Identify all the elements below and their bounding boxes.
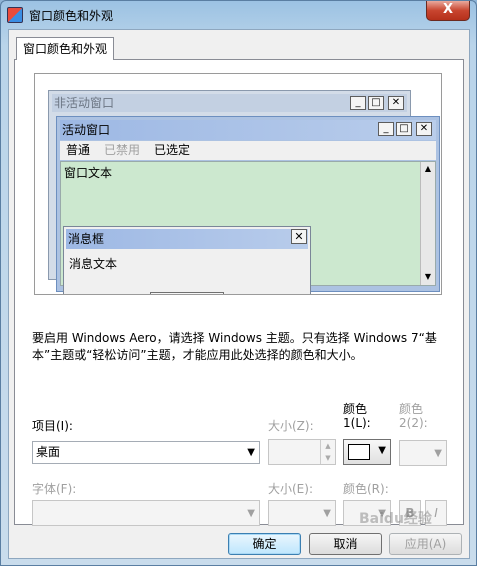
chevron-down-icon: ▼ — [434, 448, 442, 459]
chevron-down-icon: ▼ — [323, 508, 331, 519]
item-select[interactable]: 桌面 ▼ — [32, 441, 260, 464]
color2-label-line1: 颜色 — [399, 402, 424, 416]
inactive-window-title-text: 非活动窗口 — [54, 96, 115, 110]
menu-item-disabled[interactable]: 已禁用 — [104, 141, 140, 160]
dialog-client: 窗口颜色和外观 非活动窗口 _ □ ✕ 活动窗口 _ □ ✕ 普通 已禁用 已选… — [8, 29, 470, 559]
message-box-ok-button[interactable]: 确定 — [150, 292, 224, 294]
minimize-icon: _ — [350, 96, 366, 110]
window-title: 窗口颜色和外观 — [29, 9, 114, 23]
color2-button[interactable]: ▼ — [399, 440, 447, 466]
item-label: 项目(I): — [32, 419, 73, 433]
inactive-window-title[interactable]: 非活动窗口 _ □ ✕ — [52, 94, 407, 112]
color1-swatch — [348, 444, 370, 460]
ok-button[interactable]: 确定 — [228, 533, 301, 555]
minimize-icon: _ — [378, 122, 394, 136]
font-color-label: 颜色(R): — [343, 482, 389, 496]
preview-menu-bar[interactable]: 普通 已禁用 已选定 — [60, 141, 436, 160]
chevron-down-icon: ▼ — [378, 445, 386, 456]
message-box-preview[interactable]: 消息框 ✕ 消息文本 确定 — [63, 226, 311, 294]
title-bar: 窗口颜色和外观 X — [1, 1, 476, 29]
apply-button[interactable]: 应用(A) — [389, 533, 462, 555]
maximize-icon: □ — [396, 122, 412, 136]
scroll-up-icon: ▲ — [424, 164, 432, 173]
size-label: 大小(Z): — [268, 419, 314, 433]
tab-window-color[interactable]: 窗口颜色和外观 — [16, 37, 114, 60]
chevron-down-icon: ▼ — [247, 508, 255, 519]
scroll-down-icon: ▼ — [424, 272, 432, 281]
spin-down-icon: ▼ — [320, 452, 335, 464]
color1-label-line2: 1(L): — [343, 416, 371, 430]
close-icon: ✕ — [291, 229, 307, 244]
message-box-title[interactable]: 消息框 — [66, 229, 308, 249]
active-window-title[interactable]: 活动窗口 _ □ ✕ — [60, 120, 436, 140]
message-box-title-text: 消息框 — [68, 232, 105, 246]
active-window-title-text: 活动窗口 — [62, 123, 111, 137]
window-text: 窗口文本 — [64, 166, 113, 180]
appearance-preview[interactable]: 非活动窗口 _ □ ✕ 活动窗口 _ □ ✕ 普通 已禁用 已选定 窗口文本 ▲… — [34, 73, 442, 295]
chevron-down-icon: ▼ — [247, 447, 255, 458]
cancel-button[interactable]: 取消 — [309, 533, 382, 555]
font-size-select[interactable]: ▼ — [268, 500, 336, 526]
close-icon: ✕ — [388, 96, 404, 110]
font-size-label: 大小(E): — [268, 482, 313, 496]
color1-button[interactable]: ▼ — [343, 439, 391, 465]
watermark: Baidu经验 — [359, 511, 432, 527]
scrollbar[interactable]: ▲ ▼ — [420, 162, 435, 285]
aero-description: 要启用 Windows Aero，请选择 Windows 主题。只有选择 Win… — [32, 331, 437, 362]
tab-panel: 非活动窗口 _ □ ✕ 活动窗口 _ □ ✕ 普通 已禁用 已选定 窗口文本 ▲… — [14, 59, 464, 526]
display-settings-icon — [7, 7, 23, 23]
color1-label-line1: 颜色 — [343, 402, 368, 416]
font-select[interactable]: ▼ — [32, 500, 260, 526]
message-text: 消息文本 — [69, 257, 118, 271]
font-label: 字体(F): — [32, 482, 77, 496]
menu-item-selected[interactable]: 已选定 — [154, 141, 190, 160]
close-button[interactable]: X — [426, 1, 470, 21]
maximize-icon: □ — [368, 96, 384, 110]
dialog-window: 窗口颜色和外观 X 窗口颜色和外观 非活动窗口 _ □ ✕ 活动窗口 _ □ ✕… — [0, 0, 477, 566]
size-spinner[interactable]: ▲ ▼ — [268, 439, 336, 465]
color2-label-line2: 2(2): — [399, 416, 428, 430]
menu-item-normal[interactable]: 普通 — [66, 141, 90, 160]
item-select-value: 桌面 — [36, 445, 61, 459]
spin-up-icon: ▲ — [320, 440, 335, 452]
close-icon: ✕ — [416, 122, 432, 136]
